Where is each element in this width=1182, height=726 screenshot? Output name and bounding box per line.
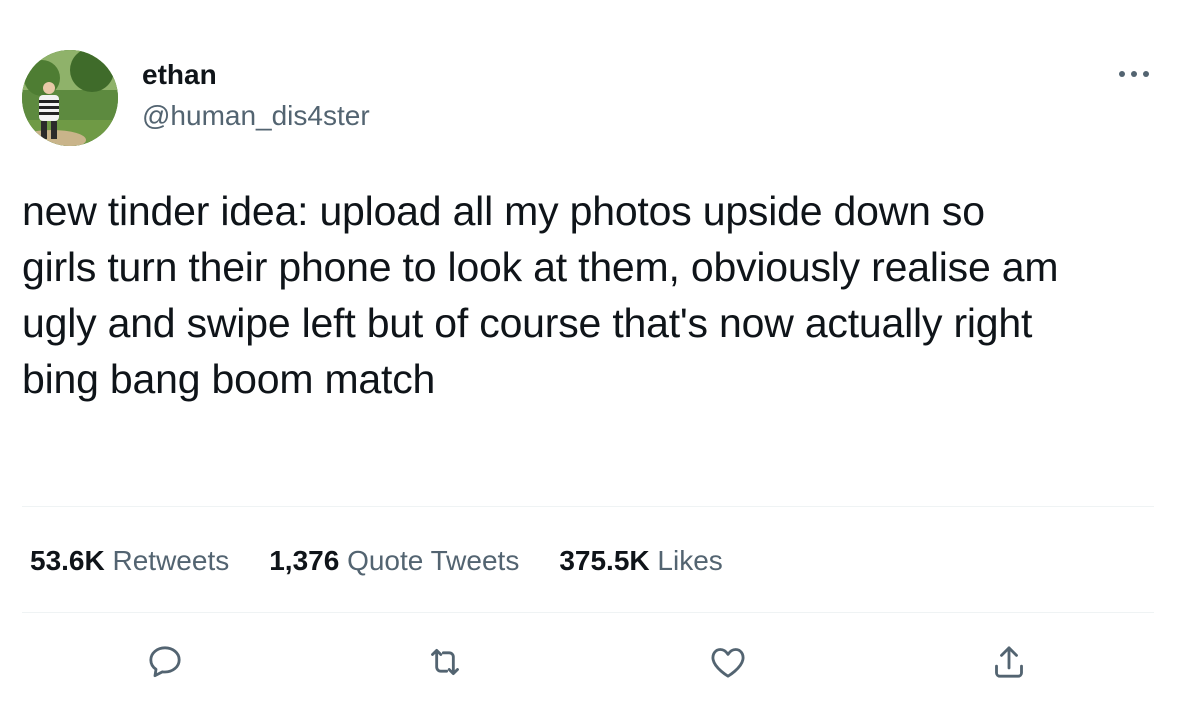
retweets-label: Retweets — [112, 545, 230, 576]
more-horizontal-icon — [1119, 71, 1149, 77]
tweet-line: girls turn their phone to look at them, … — [22, 244, 1059, 290]
reply-button[interactable] — [141, 638, 189, 686]
user-handle[interactable]: @human_dis4ster — [142, 99, 370, 133]
profile-photo-image — [22, 50, 118, 146]
tweet-line: new tinder idea: upload all my photos up… — [22, 188, 985, 234]
tweet-line: bing bang boom match — [22, 356, 436, 402]
share-icon — [995, 646, 1023, 678]
retweets-count: 53.6K — [30, 545, 105, 576]
quote-tweets-stat[interactable]: 1,376 Quote Tweets — [269, 543, 519, 579]
tweet-text: new tinder idea: upload all my photos up… — [22, 183, 1162, 407]
retweet-button[interactable] — [421, 638, 469, 686]
share-button[interactable] — [985, 638, 1033, 686]
likes-count: 375.5K — [559, 545, 650, 576]
divider — [22, 612, 1154, 613]
likes-label: Likes — [657, 545, 723, 576]
tweet-stats: 53.6K Retweets 1,376 Quote Tweets 375.5K… — [30, 543, 723, 579]
quote-tweets-count: 1,376 — [269, 545, 340, 576]
retweet-icon — [431, 648, 459, 676]
tweet-line: ugly and swipe left but of course that's… — [22, 300, 1033, 346]
retweets-stat[interactable]: 53.6K Retweets — [30, 543, 229, 579]
avatar[interactable] — [22, 50, 118, 146]
likes-stat[interactable]: 375.5K Likes — [559, 543, 722, 579]
reply-icon — [149, 646, 181, 678]
heart-icon — [711, 648, 745, 678]
divider — [22, 506, 1154, 507]
display-name[interactable]: ethan — [142, 58, 217, 92]
more-button[interactable] — [1112, 60, 1156, 88]
quote-tweets-label: Quote Tweets — [347, 545, 520, 576]
like-button[interactable] — [704, 638, 752, 686]
